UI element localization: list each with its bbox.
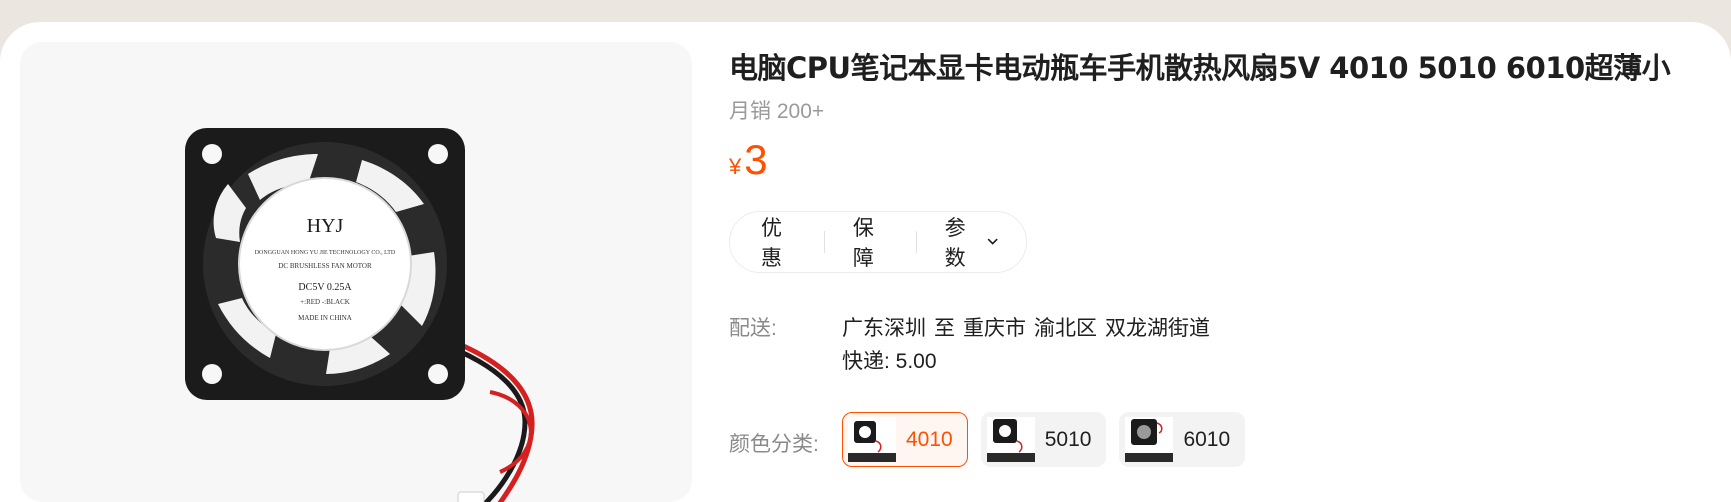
shipping-route: 广东深圳至重庆市 渝北区 双龙湖街道: [842, 312, 1218, 342]
shipping-to-word: 至: [934, 317, 955, 340]
fan-motor-text: DC BRUSHLESS FAN MOTOR: [278, 262, 372, 270]
fan-image: HYJ DONGGUAN HONG YU JIE TECHNOLOGY CO.,…: [185, 128, 535, 502]
tab-parameters[interactable]: 参数: [917, 212, 1026, 272]
fan-rating-text: DC5V 0.25A: [298, 282, 352, 293]
tab-guarantee[interactable]: 保障: [825, 212, 916, 272]
color-option-label-4010: 4010: [906, 427, 953, 451]
fan-brand-text: HYJ: [307, 215, 344, 237]
color-option-4010[interactable]: 4010: [842, 412, 968, 467]
shipping-origin: 广东深圳: [842, 317, 926, 340]
product-main-image[interactable]: HYJ DONGGUAN HONG YU JIE TECHNOLOGY CO.,…: [20, 42, 692, 502]
option-thumbnail: [848, 417, 896, 462]
tab-promotions[interactable]: 优惠: [730, 212, 824, 272]
shipping-label: 配送:: [729, 317, 777, 340]
price-currency: ¥: [729, 154, 742, 179]
color-option-5010[interactable]: 5010: [980, 412, 1107, 467]
fan-company-text: DONGGUAN HONG YU JIE TECHNOLOGY CO., LTD: [255, 250, 396, 256]
color-option-label: 颜色分类:: [729, 433, 819, 456]
color-option-label-5010: 5010: [1044, 427, 1092, 451]
tab-parameters-label: 参数: [944, 217, 966, 270]
shipping-dest-street[interactable]: 双龙湖街道: [1105, 317, 1210, 340]
option-thumbnail: [1125, 417, 1174, 462]
monthly-sales: 月销 200+: [729, 100, 825, 123]
option-thumbnail: [986, 417, 1035, 462]
product-price: ¥3: [729, 136, 768, 184]
shipping-courier: 快递: 5.00: [842, 350, 937, 373]
fan-origin-text: MADE IN CHINA: [298, 314, 352, 322]
color-option-label-6010: 6010: [1183, 427, 1231, 451]
color-options: 4010 5010 6010: [842, 412, 1246, 467]
tab-promotions-label: 优惠: [761, 217, 782, 270]
shipping-dest-city[interactable]: 重庆市: [963, 317, 1026, 340]
fan-wires-text: +:RED -:BLACK: [300, 298, 350, 306]
price-value: 3: [744, 136, 768, 183]
color-option-6010[interactable]: 6010: [1119, 412, 1246, 467]
info-tabs: 优惠 保障 参数: [729, 211, 1027, 273]
tab-guarantee-label: 保障: [852, 217, 874, 270]
shipping-dest-district[interactable]: 渝北区: [1034, 317, 1097, 340]
product-title: 电脑CPU笔记本显卡电动瓶车手机散热风扇5V 4010 5010 6010超薄小: [729, 51, 1671, 85]
chevron-down-icon: [987, 238, 998, 245]
